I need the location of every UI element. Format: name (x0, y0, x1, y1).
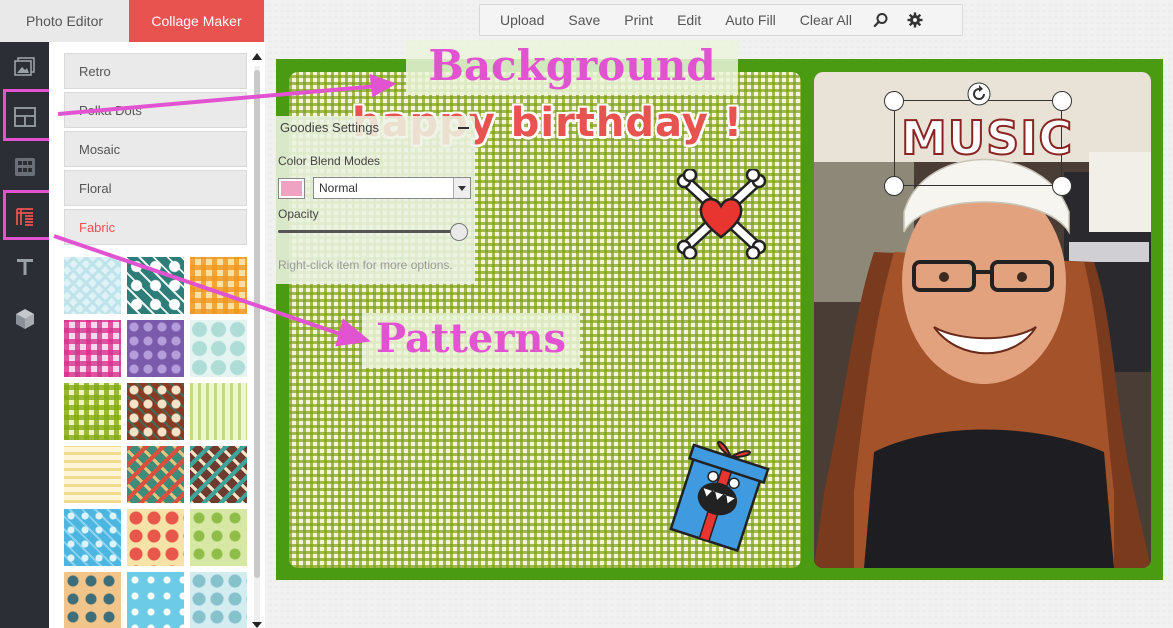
resize-handle-icon[interactable] (884, 176, 904, 196)
background-annotation: Background (406, 40, 738, 95)
pattern-swatch[interactable] (127, 257, 184, 314)
pattern-swatch[interactable] (190, 257, 247, 314)
heart-crossbones-sticker[interactable] (674, 169, 769, 259)
scroll-down-icon[interactable] (252, 622, 262, 628)
blend-mode-select[interactable]: Normal (313, 177, 471, 199)
cube-icon[interactable] (0, 294, 49, 344)
pattern-swatch[interactable] (190, 383, 247, 440)
category-fabric[interactable]: Fabric (64, 209, 247, 245)
print-button[interactable]: Print (612, 5, 665, 35)
pattern-swatch[interactable] (190, 572, 247, 628)
pattern-swatch[interactable] (64, 257, 121, 314)
pattern-swatch[interactable] (64, 572, 121, 628)
panel-scrollbar[interactable] (251, 50, 263, 628)
edit-button[interactable]: Edit (665, 5, 713, 35)
resize-handle-icon[interactable] (1052, 91, 1072, 111)
minimize-icon[interactable] (458, 127, 469, 129)
category-floral[interactable]: Floral (64, 170, 247, 206)
toolbar: Upload Save Print Edit Auto Fill Clear A… (479, 4, 963, 36)
auto-fill-button[interactable]: Auto Fill (713, 5, 788, 35)
tab-collage-maker[interactable]: Collage Maker (129, 0, 264, 49)
patterns-annotation-text: Patterns (376, 315, 566, 362)
color-swatch (281, 181, 302, 196)
tab-photo-editor[interactable]: Photo Editor (0, 0, 129, 42)
patterns-highlight (3, 190, 54, 240)
music-sticker-selection[interactable]: MUSIC (894, 100, 1074, 186)
scroll-up-icon[interactable] (252, 53, 262, 60)
pattern-swatch[interactable] (127, 383, 184, 440)
goodies-settings-panel: Goodies Settings Color Blend Modes Norma… (275, 116, 475, 284)
resize-handle-icon[interactable] (1052, 176, 1072, 196)
pattern-swatch[interactable] (64, 383, 121, 440)
pattern-swatch[interactable] (64, 446, 121, 503)
upload-button[interactable]: Upload (488, 5, 556, 35)
mode-tabs: Photo Editor Collage Maker (0, 0, 264, 49)
resize-handle-icon[interactable] (884, 91, 904, 111)
pattern-swatch[interactable] (127, 509, 184, 566)
goodies-title: Goodies Settings (280, 120, 380, 135)
photo-cell[interactable]: MUSIC (814, 72, 1151, 568)
clear-all-button[interactable]: Clear All (788, 5, 864, 35)
patterns-annotation: Patterns (362, 313, 580, 368)
pattern-swatch[interactable] (127, 446, 184, 503)
scroll-thumb[interactable] (254, 70, 260, 578)
opacity-slider-track[interactable] (278, 230, 465, 233)
chevron-down-icon[interactable] (453, 178, 470, 198)
grid-icon[interactable] (0, 142, 49, 192)
pattern-swatch[interactable] (190, 509, 247, 566)
blend-modes-label: Color Blend Modes (278, 154, 381, 168)
gift-box-sticker[interactable] (661, 427, 776, 552)
blend-mode-value: Normal (319, 181, 358, 195)
save-button[interactable]: Save (556, 5, 612, 35)
pattern-swatch[interactable] (64, 509, 121, 566)
gear-icon[interactable] (898, 5, 932, 35)
opacity-slider-thumb[interactable] (450, 223, 468, 241)
rotate-icon[interactable] (967, 82, 991, 106)
opacity-label: Opacity (278, 207, 319, 221)
category-mosaic[interactable]: Mosaic (64, 131, 247, 167)
photos-icon[interactable] (0, 42, 49, 92)
pattern-panel: Retro Polka Dots Mosaic Floral Fabric (49, 42, 265, 628)
category-retro[interactable]: Retro (64, 53, 247, 89)
background-annotation-text: Background (428, 41, 716, 90)
music-sticker: MUSIC (900, 110, 1074, 166)
pattern-swatch[interactable] (190, 446, 247, 503)
blend-color-picker[interactable] (278, 178, 305, 199)
goodies-hint: Right-click item for more options. (278, 258, 453, 272)
pattern-swatch[interactable] (127, 572, 184, 628)
pattern-swatch[interactable] (190, 320, 247, 377)
pattern-swatch[interactable] (127, 320, 184, 377)
text-icon[interactable] (0, 242, 49, 292)
category-polka-dots[interactable]: Polka Dots (64, 92, 247, 128)
pattern-swatch[interactable] (64, 320, 121, 377)
search-icon[interactable] (864, 5, 898, 35)
